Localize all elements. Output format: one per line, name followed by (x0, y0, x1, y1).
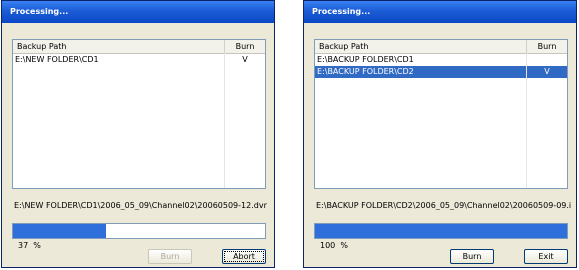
abort-button[interactable]: Abort (222, 249, 266, 264)
current-file-path: E:\BACKUP FOLDER\CD2\2006_05_09\Channel0… (316, 201, 572, 210)
burn-button[interactable]: Burn (450, 249, 494, 264)
list-item-burn (527, 54, 567, 66)
current-file-path: E:\NEW FOLDER\CD1\2006_05_09\Channel02\2… (14, 201, 267, 210)
column-header-backup-path[interactable]: Backup Path (13, 40, 225, 53)
column-header-burn[interactable]: Burn (225, 40, 265, 53)
progress-bar (314, 223, 568, 239)
column-header-burn[interactable]: Burn (527, 40, 567, 53)
list-item-selected[interactable]: E:\BACKUP FOLDER\CD2 V (315, 66, 567, 78)
list-item-path: E:\BACKUP FOLDER\CD1 (317, 55, 414, 64)
burn-button[interactable]: Burn (148, 249, 192, 264)
progress-percent: 37 % (18, 241, 41, 250)
progress-bar (12, 223, 266, 239)
processing-dialog-left: Processing... Backup Path Burn E:\NEW FO… (1, 0, 275, 268)
column-divider (526, 53, 527, 188)
progress-bar-fill (315, 224, 567, 238)
list-item-burn: V (544, 67, 550, 76)
exit-button[interactable]: Exit (524, 249, 568, 264)
processing-dialog-right: Processing... Backup Path Burn E:\BACKUP… (303, 0, 577, 268)
list-header: Backup Path Burn (13, 40, 265, 54)
list-item-path: E:\BACKUP FOLDER\CD2 (317, 67, 414, 76)
list-item[interactable]: E:\NEW FOLDER\CD1 V (13, 54, 265, 66)
list-item[interactable]: E:\BACKUP FOLDER\CD1 (315, 54, 567, 66)
title-bar: Processing... (304, 1, 576, 23)
column-header-backup-path[interactable]: Backup Path (315, 40, 527, 53)
progress-percent: 100 % (320, 241, 348, 250)
list-item-burn: V (242, 55, 248, 64)
title-bar: Processing... (2, 1, 274, 23)
progress-bar-fill (13, 224, 107, 238)
column-divider (224, 53, 225, 188)
backup-path-list[interactable]: Backup Path Burn E:\NEW FOLDER\CD1 V (12, 39, 266, 189)
backup-path-list[interactable]: Backup Path Burn E:\BACKUP FOLDER\CD1 E:… (314, 39, 568, 189)
list-item-path: E:\NEW FOLDER\CD1 (15, 55, 99, 64)
list-header: Backup Path Burn (315, 40, 567, 54)
